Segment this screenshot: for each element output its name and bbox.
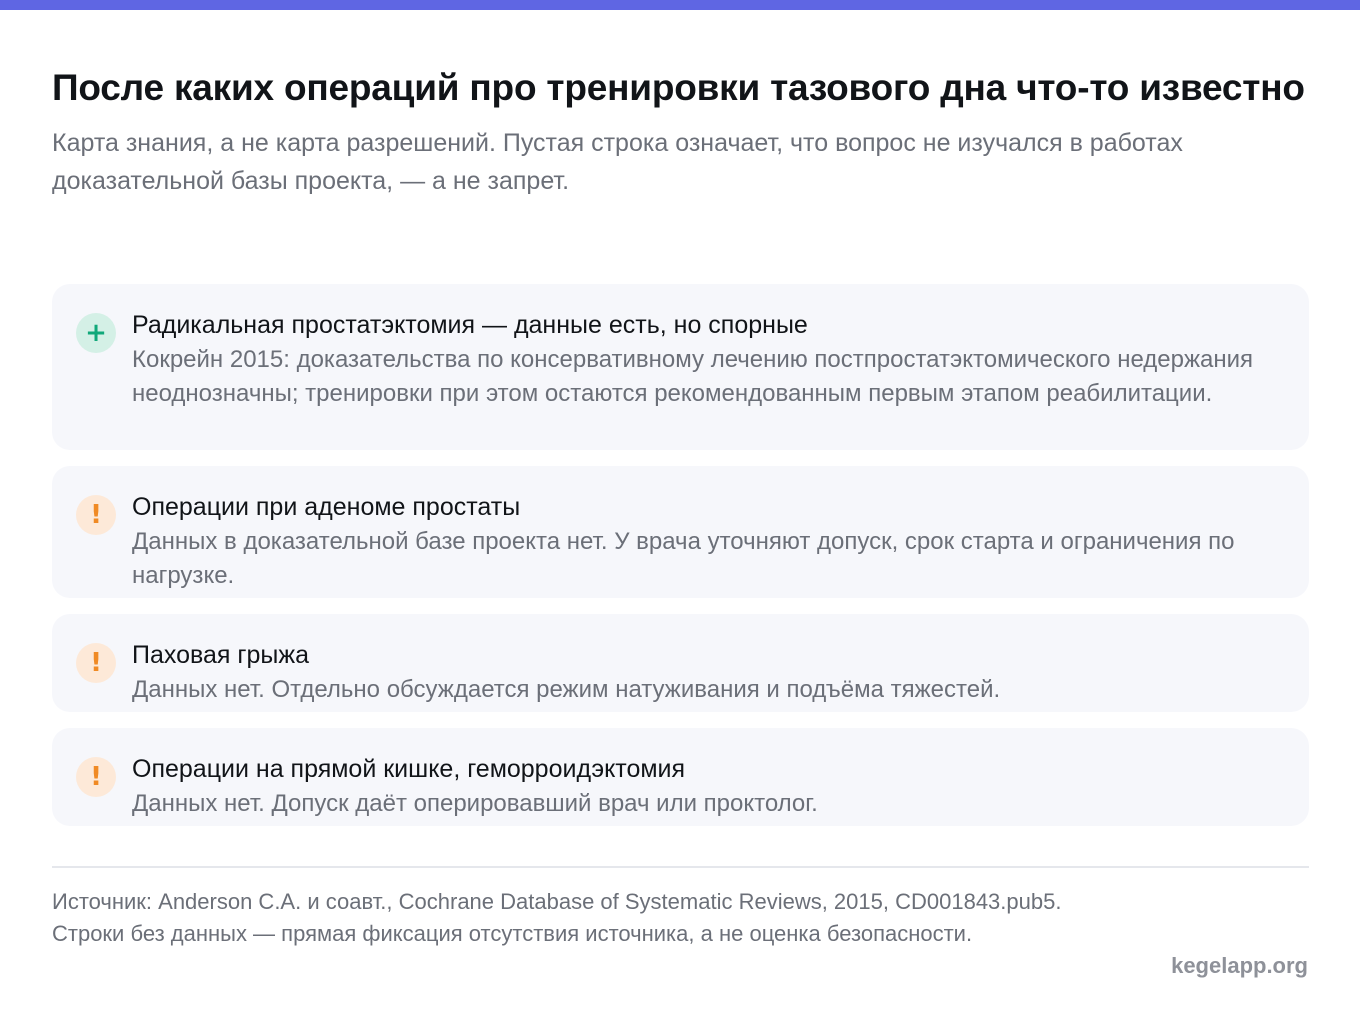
page-content: После каких операций про тренировки тазо… xyxy=(52,62,1309,826)
operation-card-title: Операции при аденоме простаты xyxy=(132,493,521,521)
operation-card-title: Радикальная простатэктомия — данные есть… xyxy=(132,311,808,339)
site-link[interactable]: kegelapp.org xyxy=(1171,950,1308,982)
exclamation-icon: ! xyxy=(76,643,116,683)
top-accent-bar xyxy=(0,0,1360,10)
operation-card-rectal-surgery: ! Операции на прямой кишке, геморроидэкт… xyxy=(52,728,1309,826)
source-citation: Источник: Anderson C.A. и соавт., Cochra… xyxy=(52,889,1062,946)
operation-card-inguinal-hernia: ! Паховая грыжа Данных нет. Отдельно обс… xyxy=(52,614,1309,712)
operation-card-prostate-adenoma: ! Операции при аденоме простаты Данных в… xyxy=(52,466,1309,598)
plus-icon: + xyxy=(76,313,116,353)
operation-card-text: Данных в доказательной базе проекта нет.… xyxy=(132,528,1235,589)
page-subtitle: Карта знания, а не карта разрешений. Пус… xyxy=(52,129,1183,195)
operation-card-text: Кокрейн 2015: доказательства по консерва… xyxy=(132,346,1254,407)
operation-card-prostatectomy: + Радикальная простатэктомия — данные ес… xyxy=(52,284,1309,450)
operation-card-text: Данных нет. Допуск даёт оперировавший вр… xyxy=(132,790,818,817)
exclamation-icon: ! xyxy=(76,757,116,797)
operations-list: + Радикальная простатэктомия — данные ес… xyxy=(52,284,1309,842)
footer-divider xyxy=(52,866,1309,868)
operation-card-title: Паховая грыжа xyxy=(132,641,310,669)
page-title: После каких операций про тренировки тазо… xyxy=(52,67,1305,108)
operation-card-title: Операции на прямой кишке, геморроидэктом… xyxy=(132,755,686,783)
exclamation-icon: ! xyxy=(76,495,116,535)
operation-card-text: Данных нет. Отдельно обсуждается режим н… xyxy=(132,676,1001,703)
